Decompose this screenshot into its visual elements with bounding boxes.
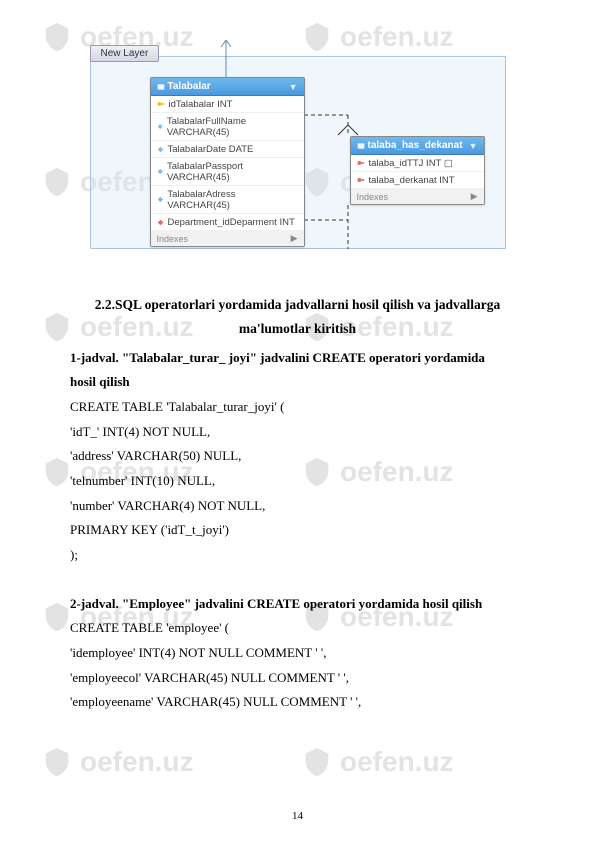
table-row: TalabalarFullName VARCHAR(45) <box>151 113 304 141</box>
table-row: idTalabalar INT <box>151 96 304 113</box>
table-icon <box>357 142 365 150</box>
block1-title-l1: 1-jadval. "Talabalar_turar_ joyi" jadval… <box>70 346 525 371</box>
key-icon <box>357 176 365 184</box>
table-row: TalabalarPassport VARCHAR(45) <box>151 158 304 186</box>
collapse-icon: ▼ <box>469 141 478 151</box>
table-header: talaba_has_dekanat ▼ <box>351 137 484 155</box>
code-line: ); <box>70 543 525 568</box>
er-diagram: New Layer Talabalar ▼ idTalabalar INT Ta… <box>78 40 518 255</box>
code-line: CREATE TABLE 'employee' ( <box>70 616 525 641</box>
table-name: talaba_has_dekanat <box>368 140 463 151</box>
code-line: CREATE TABLE 'Talabalar_turar_joyi' ( <box>70 395 525 420</box>
code-line: 'idT_' INT(4) NOT NULL, <box>70 420 525 445</box>
section-heading-line2: ma'lumotlar kiritish <box>70 319 525 339</box>
table-header: Talabalar ▼ <box>151 78 304 96</box>
key-icon <box>357 159 365 167</box>
key-icon <box>157 100 165 108</box>
page-content: New Layer Talabalar ▼ idTalabalar INT Ta… <box>0 0 595 715</box>
code-line: 'telnumber' INT(10) NULL, <box>70 469 525 494</box>
table-row: TalabalarDate DATE <box>151 141 304 158</box>
table-talaba-has-dekanat: talaba_has_dekanat ▼ talaba_idTTJ INT ▢ … <box>350 136 485 205</box>
diamond-icon <box>157 219 164 226</box>
watermark-text: oefen.uz <box>340 746 454 778</box>
table-row: TalabalarAdress VARCHAR(45) <box>151 186 304 214</box>
diamond-icon <box>157 123 163 130</box>
block2-title: 2-jadval. "Employee" jadvalini CREATE op… <box>70 592 525 617</box>
code-line: 'idemployee' INT(4) NOT NULL COMMENT ' '… <box>70 641 525 666</box>
table-footer: Indexes▶ <box>351 189 484 204</box>
code-line: 'employeename' VARCHAR(45) NULL COMMENT … <box>70 690 525 715</box>
collapse-icon: ▼ <box>289 82 298 92</box>
table-icon <box>157 83 165 91</box>
diamond-icon <box>157 196 164 203</box>
table-name: Talabalar <box>168 81 211 92</box>
code-line: 'employeecol' VARCHAR(45) NULL COMMENT '… <box>70 666 525 691</box>
arrow-right-icon: ▶ <box>291 233 298 244</box>
watermark-text: oefen.uz <box>80 746 194 778</box>
page-number: 14 <box>292 810 303 822</box>
table-row: Department_idDeparment INT <box>151 214 304 231</box>
code-line: 'address' VARCHAR(50) NULL, <box>70 444 525 469</box>
code-line: PRIMARY KEY ('idT_t_joyi') <box>70 518 525 543</box>
code-line: 'number' VARCHAR(4) NOT NULL, <box>70 494 525 519</box>
section-heading-line1: 2.2.SQL operatorlari yordamida jadvallar… <box>70 295 525 315</box>
diamond-icon <box>157 168 163 175</box>
arrow-right-icon: ▶ <box>471 191 478 202</box>
block1-title-l2: hosil qilish <box>70 370 525 395</box>
table-footer: Indexes▶ <box>151 231 304 246</box>
table-row: talaba_derkanat INT <box>351 172 484 189</box>
diamond-icon <box>157 146 164 153</box>
table-talabalar: Talabalar ▼ idTalabalar INT TalabalarFul… <box>150 77 305 247</box>
layer-label: New Layer <box>90 45 160 62</box>
table-row: talaba_idTTJ INT ▢ <box>351 155 484 172</box>
